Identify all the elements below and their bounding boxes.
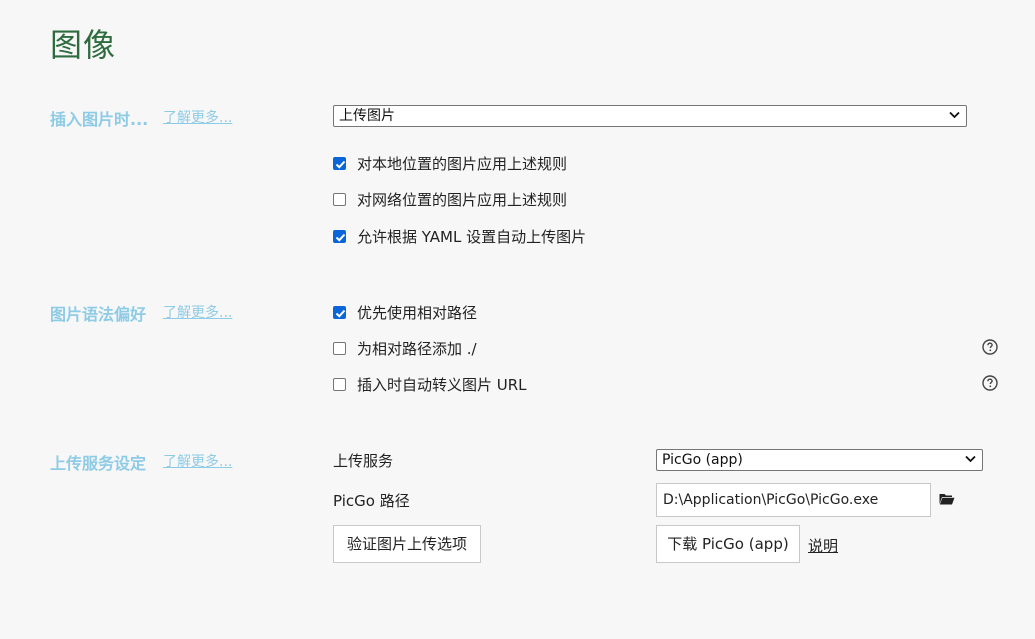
picgo-path-input[interactable]: D:\Application\PicGo\PicGo.exe	[656, 483, 931, 517]
download-picgo-button[interactable]: 下载 PicGo (app)	[656, 525, 800, 563]
checkbox-checked-icon[interactable]	[333, 229, 346, 243]
question-circle-icon[interactable]	[982, 339, 998, 355]
chevron-down-icon	[965, 455, 976, 463]
checkbox-label: 允许根据 YAML 设置自动上传图片	[357, 227, 587, 246]
checkbox-label: 对本地位置的图片应用上述规则	[357, 154, 568, 173]
insert-action-select-value: 上传图片	[339, 108, 395, 124]
checkbox-unchecked-icon[interactable]	[333, 377, 346, 391]
folder-open-icon[interactable]	[939, 492, 955, 506]
checkbox-yaml-auto-upload[interactable]: 允许根据 YAML 设置自动上传图片	[333, 226, 586, 246]
upload-service-label: 上传服务	[333, 452, 394, 470]
checkbox-apply-network[interactable]: 对网络位置的图片应用上述规则	[333, 189, 567, 209]
checkbox-escape-url[interactable]: 插入时自动转义图片 URL	[333, 374, 527, 394]
verify-upload-button[interactable]: 验证图片上传选项	[333, 525, 481, 563]
picgo-path-label: PicGo 路径	[333, 492, 410, 510]
learn-more-link-syntax-pref[interactable]: 了解更多...	[163, 302, 232, 322]
checkbox-add-dot-slash[interactable]: 为相对路径添加 ./	[333, 338, 477, 358]
chevron-down-icon	[949, 111, 960, 119]
upload-service-select-value: PicGo (app)	[662, 452, 743, 468]
checkbox-label: 对网络位置的图片应用上述规则	[357, 190, 568, 209]
section-label-upload-service: 上传服务设定	[50, 454, 147, 473]
checkbox-label: 优先使用相对路径	[357, 303, 478, 322]
insert-action-select[interactable]: 上传图片	[333, 105, 967, 127]
checkbox-unchecked-icon[interactable]	[333, 341, 346, 355]
checkbox-checked-icon[interactable]	[333, 305, 346, 319]
learn-more-link-insert-image[interactable]: 了解更多...	[163, 107, 232, 127]
checkbox-prefer-relative-path[interactable]: 优先使用相对路径	[333, 302, 477, 322]
checkbox-unchecked-icon[interactable]	[333, 192, 346, 206]
upload-service-select[interactable]: PicGo (app)	[656, 449, 983, 471]
checkbox-checked-icon[interactable]	[333, 156, 346, 170]
section-label-insert-image: 插入图片时...	[50, 110, 149, 129]
checkbox-apply-local[interactable]: 对本地位置的图片应用上述规则	[333, 153, 567, 173]
page-title: 图像	[50, 26, 117, 64]
checkbox-label: 为相对路径添加 ./	[357, 339, 477, 358]
checkbox-label: 插入时自动转义图片 URL	[357, 375, 527, 394]
question-circle-icon[interactable]	[982, 375, 998, 391]
instructions-link[interactable]: 说明	[808, 535, 838, 556]
section-label-syntax-pref: 图片语法偏好	[50, 305, 147, 324]
learn-more-link-upload-service[interactable]: 了解更多...	[163, 451, 232, 471]
